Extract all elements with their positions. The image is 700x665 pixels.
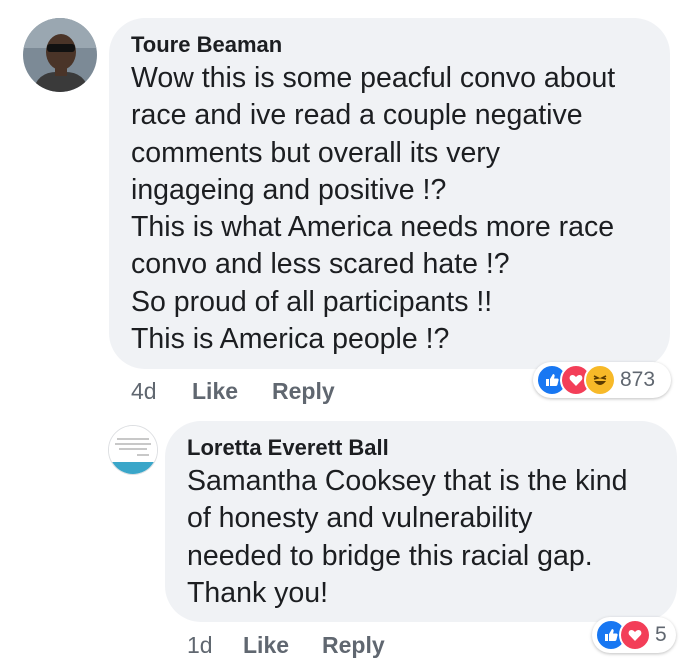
reply-bubble: Loretta Everett Ball Samantha Cooksey th… bbox=[165, 421, 677, 622]
like-button[interactable]: Like bbox=[192, 378, 238, 405]
reply-avatar[interactable] bbox=[108, 425, 158, 475]
reply-reaction-count: 5 bbox=[655, 623, 667, 646]
reply-text: Samantha Cooksey that is the kind of hon… bbox=[187, 465, 628, 609]
comment-bubble: Toure Beaman Wow this is some peacful co… bbox=[109, 18, 670, 369]
reply-like-button[interactable]: Like bbox=[243, 632, 289, 659]
reply-reaction-summary[interactable]: 5 bbox=[592, 617, 676, 653]
love-icon bbox=[619, 619, 651, 651]
reply-reply-button[interactable]: Reply bbox=[322, 632, 385, 659]
reply-button[interactable]: Reply bbox=[272, 378, 335, 405]
reaction-count: 873 bbox=[620, 368, 656, 391]
comment-timestamp[interactable]: 4d bbox=[131, 378, 157, 405]
reaction-summary[interactable]: 873 bbox=[533, 362, 671, 398]
avatar[interactable] bbox=[23, 18, 97, 92]
comment-text: Wow this is some peacful convo about rac… bbox=[131, 62, 616, 356]
reply-author[interactable]: Loretta Everett Ball bbox=[187, 435, 659, 461]
comment-author[interactable]: Toure Beaman bbox=[131, 32, 650, 58]
reply-timestamp[interactable]: 1d bbox=[187, 632, 213, 659]
haha-icon bbox=[584, 364, 616, 396]
